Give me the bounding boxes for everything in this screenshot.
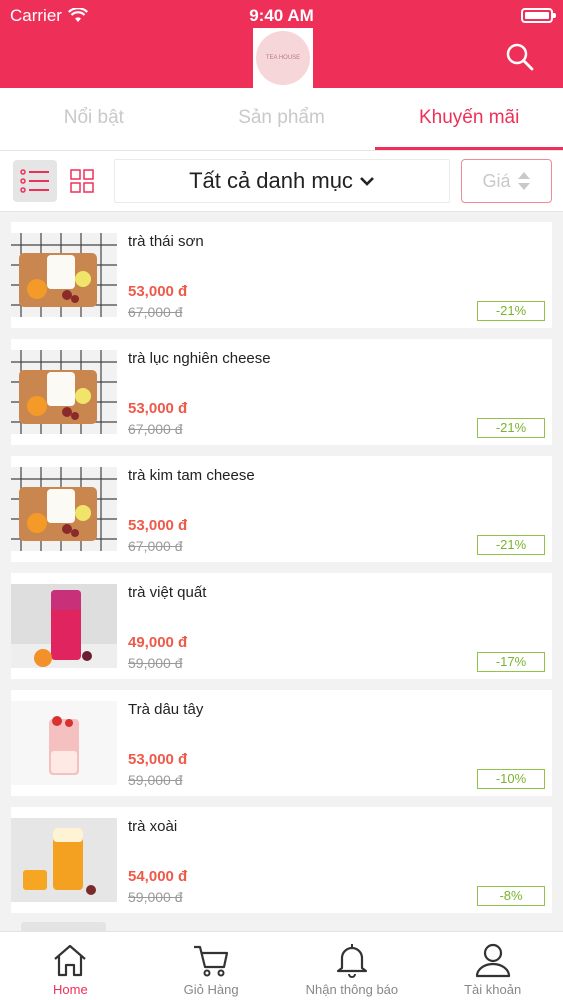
nav-home[interactable]: Home [0, 932, 141, 1000]
user-icon [475, 943, 510, 978]
product-image[interactable] [11, 818, 117, 902]
category-label: Tất cả danh mục [189, 168, 353, 193]
product-old-price: 59,000 đ [128, 772, 183, 788]
product-old-price: 67,000 đ [128, 538, 183, 554]
nav-home-label: Home [53, 982, 88, 997]
nav-cart-label: Giỏ Hàng [183, 982, 239, 997]
brand-logo: TEA HOUSE [253, 28, 313, 88]
product-name: trà lục nghiên cheese [128, 350, 271, 367]
logo-badge: TEA HOUSE [256, 31, 310, 85]
app-header: Carrier 9:40 AM TEA HOUSE [0, 0, 563, 88]
nav-cart[interactable]: Giỏ Hàng [141, 932, 282, 1000]
grid-view-button[interactable] [65, 160, 99, 202]
product-image[interactable] [11, 701, 117, 785]
grid-view-icon [70, 169, 94, 193]
price-sort-button[interactable]: Giá [461, 159, 552, 203]
bell-icon [336, 944, 367, 978]
bottom-nav: Home Giỏ Hàng Nhận thông báo Tài khoản [0, 931, 563, 1000]
price-sort-label: Giá [482, 170, 511, 191]
status-bar: Carrier 9:40 AM [0, 6, 563, 26]
product-name: trà việt quất [128, 584, 207, 601]
discount-badge: -17% [477, 652, 545, 672]
product-price: 53,000 đ [128, 283, 188, 300]
product-old-price: 59,000 đ [128, 889, 183, 905]
product-card[interactable]: trà kim tam cheese 53,000 đ 67,000 đ -21% [11, 456, 552, 562]
chevron-down-icon [360, 177, 374, 186]
list-view-icon [20, 169, 49, 193]
list-view-button[interactable] [13, 160, 57, 202]
tab-products[interactable]: Sản phẩm [188, 88, 376, 150]
product-card[interactable]: trà việt quất 49,000 đ 59,000 đ -17% [11, 573, 552, 679]
product-card[interactable]: trà xoài 54,000 đ 59,000 đ -8% [11, 807, 552, 913]
discount-badge: -21% [477, 301, 545, 321]
top-tabs: Nổi bật Sản phẩm Khuyến mãi [0, 88, 563, 150]
product-image[interactable] [11, 467, 117, 551]
product-image[interactable] [11, 233, 117, 317]
discount-badge: -10% [477, 769, 545, 789]
tab-featured[interactable]: Nổi bật [0, 88, 188, 150]
product-price: 53,000 đ [128, 400, 188, 417]
product-price: 53,000 đ [128, 751, 188, 768]
sort-icon [517, 172, 530, 190]
discount-badge: -21% [477, 418, 545, 438]
product-image[interactable] [11, 350, 117, 434]
product-card[interactable]: trà thái sơn 53,000 đ 67,000 đ -21% [11, 222, 552, 328]
product-name: Trà dâu tây [128, 701, 204, 718]
status-time: 9:40 AM [249, 6, 314, 25]
product-image[interactable] [11, 584, 117, 668]
product-old-price: 67,000 đ [128, 304, 183, 320]
nav-notifications-label: Nhận thông báo [305, 982, 399, 997]
discount-badge: -21% [477, 535, 545, 555]
product-price: 49,000 đ [128, 634, 188, 651]
product-card[interactable]: trà lục nghiên cheese 53,000 đ 67,000 đ -21… [11, 339, 552, 445]
filter-bar: Tất cả danh mục Giá [0, 150, 563, 212]
cart-icon [194, 945, 229, 977]
product-name: trà thái sơn [128, 233, 204, 250]
home-icon [54, 944, 87, 977]
nav-account-label: Tài khoản [464, 982, 522, 997]
product-name: trà xoài [128, 818, 178, 835]
product-name: trà kim tam cheese [128, 467, 255, 484]
nav-notifications[interactable]: Nhận thông báo [282, 932, 423, 1000]
battery-icon [521, 8, 556, 23]
tab-promotions[interactable]: Khuyến mãi [375, 88, 563, 150]
nav-account[interactable]: Tài khoản [422, 932, 563, 1000]
product-card[interactable]: Trà dâu tây 53,000 đ 59,000 đ -10% [11, 690, 552, 796]
category-dropdown[interactable]: Tất cả danh mục [114, 159, 450, 203]
product-price: 53,000 đ [128, 517, 188, 534]
product-price: 54,000 đ [128, 868, 188, 885]
product-old-price: 59,000 đ [128, 655, 183, 671]
discount-badge: -8% [477, 886, 545, 906]
search-icon[interactable] [505, 42, 535, 72]
product-old-price: 67,000 đ [128, 421, 183, 437]
